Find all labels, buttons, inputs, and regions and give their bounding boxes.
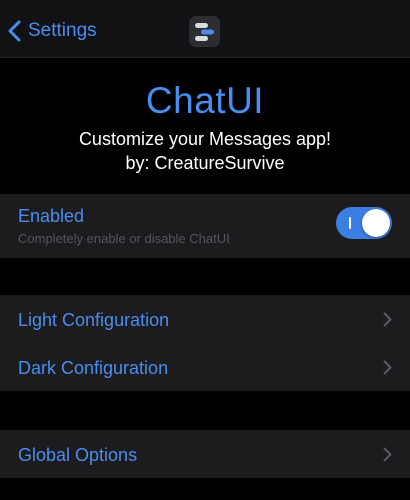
dark-configuration-label: Dark Configuration — [18, 358, 169, 378]
page-title: ChatUI — [145, 80, 265, 121]
enabled-title: Enabled — [18, 206, 85, 226]
light-configuration-label: Light Configuration — [18, 310, 170, 330]
tweak-header: ChatUI Customize your Messages app! by: … — [0, 58, 410, 194]
global-options-group: Global Options — [0, 430, 410, 478]
back-button[interactable]: Settings — [6, 15, 97, 47]
back-button-label: Settings — [28, 20, 97, 41]
enabled-cell: Enabled Completely enable or disable Cha… — [0, 194, 410, 258]
navigation-bar: Settings — [0, 0, 410, 58]
chevron-left-icon — [8, 20, 21, 42]
tagline: Customize your Messages app! — [78, 129, 332, 149]
chevron-right-icon — [383, 312, 392, 327]
dark-configuration-cell[interactable]: Dark Configuration — [0, 343, 410, 391]
global-options-cell[interactable]: Global Options — [0, 430, 410, 478]
enabled-group: Enabled Completely enable or disable Cha… — [0, 194, 410, 258]
enabled-toggle[interactable] — [336, 207, 392, 239]
enabled-subtitle: Completely enable or disable ChatUI — [18, 231, 230, 246]
chevron-right-icon — [383, 447, 392, 462]
chat-bubbles-icon — [195, 22, 214, 41]
toggle-knob — [362, 209, 390, 237]
toggle-on-indicator — [349, 217, 351, 229]
light-configuration-cell[interactable]: Light Configuration — [0, 295, 410, 343]
chatui-app-icon — [189, 16, 220, 47]
author-credit: by: CreatureSurvive — [125, 153, 285, 173]
configuration-group: Light Configuration Dark Configuration — [0, 295, 410, 391]
settings-screen: Settings ChatUI Customize your Messages … — [0, 0, 410, 500]
global-options-label: Global Options — [18, 445, 138, 465]
chevron-right-icon — [383, 360, 392, 375]
